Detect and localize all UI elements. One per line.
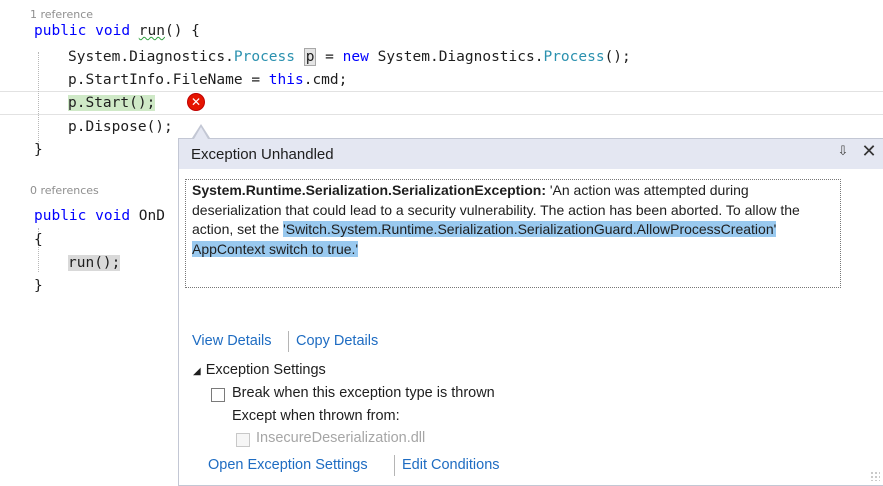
code-text: } [34, 278, 43, 294]
code-line-11: } [34, 275, 43, 297]
resize-grip-icon[interactable] [870, 471, 880, 481]
code-line-9: { [34, 229, 43, 251]
error-icon[interactable]: ✕ [188, 94, 204, 110]
exception-type: System.Runtime.Serialization.Serializati… [192, 182, 546, 198]
keyword: new [342, 49, 369, 65]
code-line-10: run(); [68, 252, 121, 274]
keyword: this [268, 72, 304, 88]
close-icon[interactable]: ✕ [859, 141, 879, 163]
code-text: System.Diagnostics. [68, 49, 234, 65]
popup-title: Exception Unhandled [191, 146, 334, 163]
code-text: System.Diagnostics. [368, 49, 544, 65]
exception-popup: Exception Unhandled ⇩ ✕ System.Runtime.S… [178, 138, 883, 486]
keyword: void [95, 23, 131, 39]
codelens-references[interactable]: 0 references [30, 184, 99, 197]
break-exception-checkbox[interactable] [211, 388, 225, 402]
popup-header: Exception Unhandled ⇩ ✕ [179, 139, 883, 169]
code-text: = [316, 49, 343, 65]
popup-pointer-inner [194, 127, 208, 139]
code-line-1: public void run() { [34, 20, 200, 42]
edit-conditions-link[interactable]: Edit Conditions [402, 457, 500, 473]
collapse-triangle-icon: ◢ [193, 366, 201, 377]
keyword: public [34, 208, 87, 224]
dll-checkbox [236, 433, 250, 447]
keyword: public [34, 23, 87, 39]
call-stack-statement: run(); [68, 255, 121, 271]
method-name: OnD [138, 208, 165, 224]
exception-settings-label: Exception Settings [205, 362, 326, 378]
code-line-8: public void OnD [34, 205, 165, 227]
indent-guide [38, 52, 39, 148]
link-separator [288, 331, 289, 352]
variable-reference: p [303, 48, 317, 66]
method-name: run [138, 23, 165, 39]
code-text: } [34, 142, 43, 158]
code-text: p.StartInfo.FileName = [68, 72, 269, 88]
type-name: Process [543, 49, 605, 65]
code-line-3: p.StartInfo.FileName = this.cmd; [68, 69, 347, 91]
break-exception-label[interactable]: Break when this exception type is thrown [232, 385, 495, 401]
keyword: void [95, 208, 131, 224]
except-when-label: Except when thrown from: [232, 408, 400, 424]
code-text: () { [164, 23, 200, 39]
link-separator [394, 455, 395, 476]
code-text: { [34, 232, 43, 248]
pin-icon[interactable]: ⇩ [836, 144, 850, 162]
code-line-2: System.Diagnostics.Process p = new Syste… [68, 46, 631, 68]
dll-label: InsecureDeserialization.dll [256, 430, 426, 446]
current-statement: p.Start(); [68, 95, 156, 111]
code-line-4: p.Start(); [68, 92, 156, 114]
code-line-5: p.Dispose(); [68, 116, 173, 138]
type-name: Process [233, 49, 295, 65]
copy-details-link[interactable]: Copy Details [296, 333, 378, 349]
exception-message[interactable]: System.Runtime.Serialization.Serializati… [192, 181, 832, 259]
code-text: (); [604, 49, 631, 65]
exception-message-box[interactable]: System.Runtime.Serialization.Serializati… [185, 179, 841, 288]
open-exception-settings-link[interactable]: Open Exception Settings [208, 457, 368, 473]
view-details-link[interactable]: View Details [192, 333, 272, 349]
code-line-6: } [34, 139, 43, 161]
exception-settings-toggle[interactable]: ◢ Exception Settings [193, 362, 326, 378]
code-text: p.Dispose(); [68, 119, 173, 135]
code-text: .cmd; [303, 72, 348, 88]
